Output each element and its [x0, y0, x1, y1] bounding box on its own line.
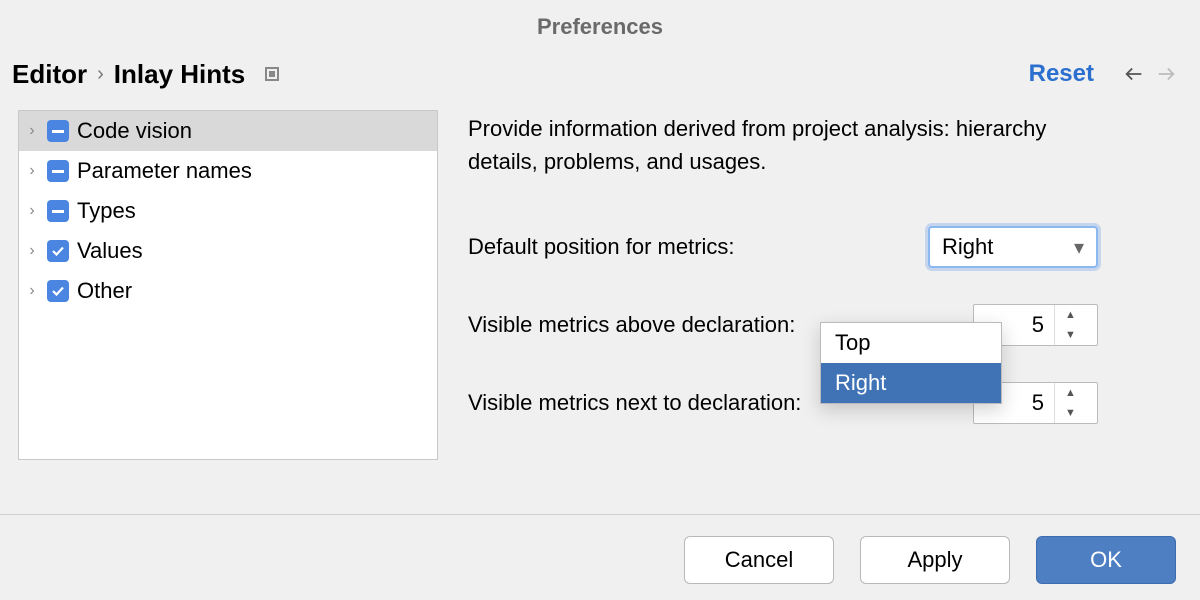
footer-separator [0, 514, 1200, 515]
checkbox-indeterminate[interactable] [47, 160, 69, 182]
checkbox-indeterminate[interactable] [47, 200, 69, 222]
reset-link[interactable]: Reset [1029, 60, 1094, 88]
apply-button[interactable]: Apply [860, 536, 1010, 584]
tree-item-code-vision[interactable]: › Code vision [19, 111, 437, 151]
breadcrumb-parent[interactable]: Editor [12, 59, 87, 90]
tree-item-label: Values [77, 238, 143, 264]
spinner-up-button[interactable]: ▲ [1055, 305, 1086, 325]
chevron-right-icon[interactable]: › [25, 122, 39, 140]
dropdown-option-right[interactable]: Right [821, 363, 1001, 403]
panel-description: Provide information derived from project… [468, 112, 1108, 178]
tree-item-label: Code vision [77, 118, 192, 144]
cancel-button[interactable]: Cancel [684, 536, 834, 584]
checkbox-checked[interactable] [47, 280, 69, 302]
select-value: Right [942, 234, 1074, 260]
history-back-button[interactable] [1118, 58, 1150, 90]
chevron-down-icon: ▾ [1074, 235, 1084, 260]
breadcrumb-separator: › [97, 63, 104, 86]
hints-tree[interactable]: › Code vision › Parameter names › Types … [18, 110, 438, 460]
spinner-down-button[interactable]: ▼ [1055, 325, 1086, 345]
chevron-right-icon[interactable]: › [25, 202, 39, 220]
visible-above-row: Visible metrics above declaration: ▲ ▼ [468, 304, 1098, 346]
detail-panel: Provide information derived from project… [468, 110, 1182, 460]
history-forward-button[interactable] [1150, 58, 1182, 90]
tree-item-other[interactable]: › Other [19, 271, 437, 311]
expand-settings-icon[interactable] [265, 67, 279, 81]
chevron-right-icon[interactable]: › [25, 162, 39, 180]
tree-item-label: Types [77, 198, 136, 224]
chevron-right-icon[interactable]: › [25, 282, 39, 300]
tree-item-parameter-names[interactable]: › Parameter names [19, 151, 437, 191]
checkbox-indeterminate[interactable] [47, 120, 69, 142]
dropdown-option-top[interactable]: Top [821, 323, 1001, 363]
breadcrumb-current: Inlay Hints [114, 59, 245, 90]
tree-item-values[interactable]: › Values [19, 231, 437, 271]
default-position-dropdown[interactable]: Top Right [820, 322, 1002, 404]
breadcrumb-row: Editor › Inlay Hints Reset [0, 48, 1200, 100]
default-position-label: Default position for metrics: [468, 234, 898, 260]
default-position-select[interactable]: Right ▾ [928, 226, 1098, 268]
spinner-up-button[interactable]: ▲ [1055, 383, 1086, 403]
spinner-down-button[interactable]: ▼ [1055, 403, 1086, 423]
default-position-row: Default position for metrics: Right ▾ [468, 226, 1098, 268]
tree-item-types[interactable]: › Types [19, 191, 437, 231]
ok-button[interactable]: OK [1036, 536, 1176, 584]
visible-next-row: Visible metrics next to declaration: ▲ ▼ [468, 382, 1098, 424]
checkbox-checked[interactable] [47, 240, 69, 262]
chevron-right-icon[interactable]: › [25, 242, 39, 260]
preferences-window: Preferences Editor › Inlay Hints Reset ›… [0, 0, 1200, 600]
dialog-buttons: Cancel Apply OK [684, 536, 1176, 584]
tree-item-label: Parameter names [77, 158, 252, 184]
window-title: Preferences [0, 0, 1200, 48]
tree-item-label: Other [77, 278, 132, 304]
